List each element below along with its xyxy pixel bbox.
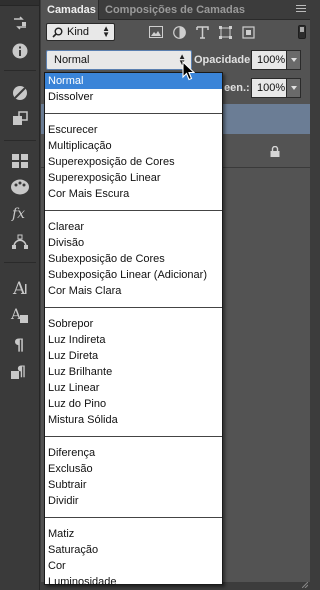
panel-menu-icon[interactable] [296, 5, 306, 14]
svg-text:A: A [12, 279, 26, 296]
resize-grip-icon[interactable] [302, 582, 308, 588]
filter-row: Kind ▲ ▼ [41, 21, 310, 43]
blend-mode-option[interactable]: Divisão [45, 235, 222, 251]
adjustment-filter-icon[interactable] [171, 25, 187, 39]
blend-mode-option[interactable]: Luz Indireta [45, 332, 222, 348]
filter-toggle-switch[interactable] [298, 25, 306, 39]
search-icon [52, 27, 63, 38]
swatches-icon[interactable] [8, 150, 32, 172]
blend-mode-option[interactable]: Subtrair [45, 477, 222, 493]
opacity-label: Opacidade: [194, 54, 254, 66]
blend-row: Normal ▲ ▼ Opacidade: 100% [41, 48, 310, 72]
swap-icon[interactable] [8, 12, 32, 34]
svg-text:fx: fx [11, 206, 25, 222]
blend-mode-option[interactable]: Luz Brilhante [45, 364, 222, 380]
opacity-input[interactable]: 100% [251, 50, 287, 70]
tool-divider [4, 140, 36, 141]
blend-mode-option[interactable]: Luz Direta [45, 348, 222, 364]
chevron-updown-icon: ▲ ▼ [102, 24, 110, 39]
blend-mode-option[interactable]: Diferença [45, 445, 222, 461]
menu-separator [45, 210, 222, 211]
kind-filter-label: Kind [67, 26, 90, 38]
tab-layers[interactable]: Camadas [41, 0, 99, 20]
menu-separator [45, 517, 222, 518]
blend-mode-option[interactable]: Dissolver [45, 89, 222, 105]
blend-mode-option[interactable]: Saturação [45, 542, 222, 558]
blend-mode-option[interactable]: Luz do Pino [45, 396, 222, 412]
blend-mode-option[interactable]: Subexposição de Cores [45, 251, 222, 267]
menu-separator [45, 113, 222, 114]
styles-icon[interactable] [8, 176, 32, 198]
blend-mode-option[interactable]: Multiplicação [45, 138, 222, 154]
blend-mode-option[interactable]: Cor Mais Clara [45, 283, 222, 299]
blend-mode-value: Normal [54, 54, 90, 66]
blend-mode-option[interactable]: Subexposição Linear (Adicionar) [45, 267, 222, 283]
history-icon[interactable] [8, 108, 32, 130]
blend-mode-option[interactable]: Dividir [45, 493, 222, 509]
blend-mode-option[interactable]: Normal [45, 73, 222, 89]
fill-input[interactable]: 100% [251, 78, 287, 98]
blend-mode-option[interactable]: Escurecer [45, 122, 222, 138]
blend-mode-select[interactable]: Normal ▲ ▼ [46, 50, 192, 70]
blend-mode-option[interactable]: Superexposição de Cores [45, 154, 222, 170]
fx-icon[interactable]: fx [8, 202, 32, 224]
menu-separator [45, 307, 222, 308]
blend-mode-dropdown: Normal Dissolver Escurecer Multiplicação Sup… [44, 72, 223, 588]
blend-mode-option[interactable]: Mistura Sólida [45, 412, 222, 428]
fill-slider-toggle[interactable] [287, 78, 301, 98]
blend-mode-option[interactable]: Clarear [45, 219, 222, 235]
tool-strip-grip[interactable] [0, 0, 39, 6]
kind-filter-select[interactable]: Kind ▲ ▼ [46, 23, 115, 41]
blend-mode-option[interactable]: Luz Linear [45, 380, 222, 396]
blend-mode-option[interactable]: Cor [45, 558, 222, 574]
panel-tab-bar: Camadas Composições de Camadas [41, 0, 310, 20]
opacity-slider-toggle[interactable] [287, 50, 301, 70]
para-styles-icon[interactable]: ¶ [8, 360, 32, 382]
type-filter-icon[interactable] [194, 25, 210, 39]
tool-divider [4, 262, 36, 263]
paragraph-icon[interactable]: ¶ [8, 332, 32, 354]
blend-mode-option[interactable]: Superexposição Linear [45, 170, 222, 186]
blend-mode-option[interactable]: Matiz [45, 526, 222, 542]
character-icon[interactable]: A [8, 276, 32, 298]
tool-divider [4, 70, 36, 71]
char-styles-icon[interactable]: A [8, 304, 32, 326]
mouse-cursor-icon [182, 61, 195, 81]
color-icon[interactable] [8, 82, 32, 104]
svg-text:¶: ¶ [14, 335, 24, 352]
smart-object-filter-icon[interactable] [240, 25, 256, 39]
blend-mode-option[interactable]: Sobrepor [45, 316, 222, 332]
tab-layer-comps[interactable]: Composições de Camadas [99, 0, 251, 20]
image-filter-icon[interactable] [148, 25, 164, 39]
lock-icon [270, 145, 280, 160]
menu-separator [45, 436, 222, 437]
info-icon[interactable] [8, 40, 32, 62]
tool-strip: fx A A ¶ ¶ [0, 0, 40, 590]
shape-filter-icon[interactable] [217, 25, 233, 39]
blend-mode-option[interactable]: Luminosidade [45, 574, 222, 590]
blend-mode-option[interactable]: Exclusão [45, 461, 222, 477]
blend-mode-option[interactable]: Cor Mais Escura [45, 186, 222, 202]
path-icon[interactable] [8, 230, 32, 252]
fill-label: een.: [224, 82, 250, 94]
svg-text:¶: ¶ [17, 364, 26, 380]
